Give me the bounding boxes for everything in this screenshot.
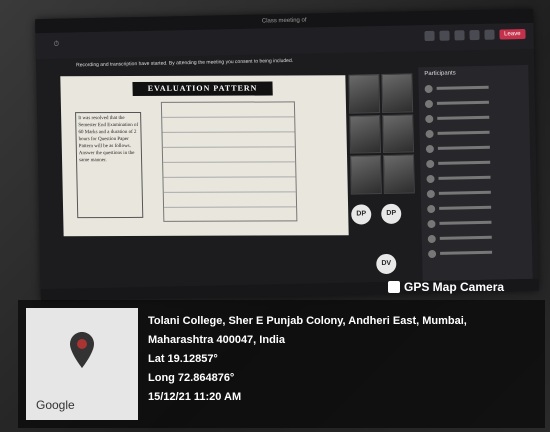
video-tile[interactable]: [383, 154, 415, 194]
longitude: Long 72.864876°: [148, 372, 235, 384]
latitude: Lat 19.12857°: [148, 353, 218, 365]
laptop-screen: Class meeting of ⏱ Leave Recording and t…: [35, 8, 539, 302]
address-text: Tolani College, Sher E Punjab Colony, An…: [148, 315, 467, 346]
chat-icon[interactable]: [424, 30, 435, 42]
avatar-row: DP DP: [351, 203, 402, 225]
timestamp: 15/12/21 11:20 AM: [148, 391, 242, 403]
avatar[interactable]: DP: [381, 203, 402, 225]
share-icon[interactable]: [484, 29, 495, 40]
call-timer: ⏱: [53, 40, 60, 48]
google-logo: Google: [36, 398, 75, 412]
gps-camera-text: GPS Map Camera: [404, 280, 505, 294]
video-tile[interactable]: [349, 114, 381, 155]
avatar[interactable]: DP: [351, 204, 372, 225]
leave-button[interactable]: Leave: [499, 28, 526, 40]
avatar[interactable]: DV: [376, 253, 397, 275]
video-tile[interactable]: [381, 73, 414, 113]
toolbar-icons: Leave: [424, 28, 526, 42]
participants-panel: Participants: [418, 64, 533, 282]
video-gallery: [348, 73, 415, 195]
location-pin-icon: [70, 332, 94, 368]
slide-title: EVALUATION PATTERN: [132, 81, 273, 96]
participant-list: [418, 79, 532, 261]
video-tile[interactable]: [350, 155, 382, 195]
shared-slide: EVALUATION PATTERN It was resolved that …: [60, 75, 349, 237]
video-tile[interactable]: [382, 114, 414, 154]
gps-camera-label: GPS Map Camera: [388, 280, 504, 294]
location-info: Tolani College, Sher E Punjab Colony, An…: [148, 312, 528, 407]
slide-text: It was resolved that the Semester End Ex…: [75, 111, 144, 219]
map-thumbnail: Google: [26, 308, 138, 420]
camera-icon[interactable]: [454, 30, 465, 41]
camera-icon: [388, 281, 400, 293]
gps-info-overlay: Google Tolani College, Sher E Punjab Col…: [18, 300, 545, 428]
mic-icon[interactable]: [469, 29, 480, 41]
slide-table: [160, 101, 298, 222]
people-icon[interactable]: [439, 30, 450, 41]
list-item[interactable]: [428, 244, 526, 261]
video-tile[interactable]: [348, 74, 381, 114]
